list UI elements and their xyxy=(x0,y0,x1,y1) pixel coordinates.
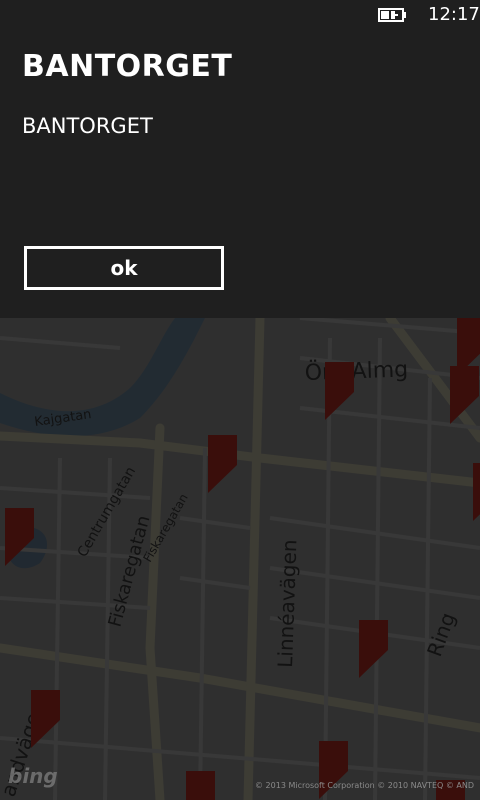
map-streets: KajgatanCentrumgatanFiskaregatanFiskareg… xyxy=(0,318,480,800)
map-pin[interactable] xyxy=(186,771,215,800)
dialog-message: BANTORGET xyxy=(22,114,153,138)
battery-charging-icon xyxy=(378,8,406,22)
street-label: Öra Almg xyxy=(304,356,408,386)
street-label: Linnéavägen xyxy=(273,539,301,668)
map-view[interactable]: Kajgatan Centrumgatan Fiskaregatan Fiskareg… xyxy=(0,318,480,800)
message-dialog: BANTORGET BANTORGET ok xyxy=(0,32,480,318)
map-pin[interactable] xyxy=(473,463,480,521)
bing-logo: bing xyxy=(8,764,58,788)
clock: 12:17 xyxy=(428,4,480,25)
map-attribution: © 2013 Microsoft Corporation © 2010 NAVT… xyxy=(255,781,474,790)
ok-button[interactable]: ok xyxy=(24,246,224,290)
status-bar: 12:17 xyxy=(0,0,480,32)
dialog-title: BANTORGET xyxy=(22,49,233,84)
